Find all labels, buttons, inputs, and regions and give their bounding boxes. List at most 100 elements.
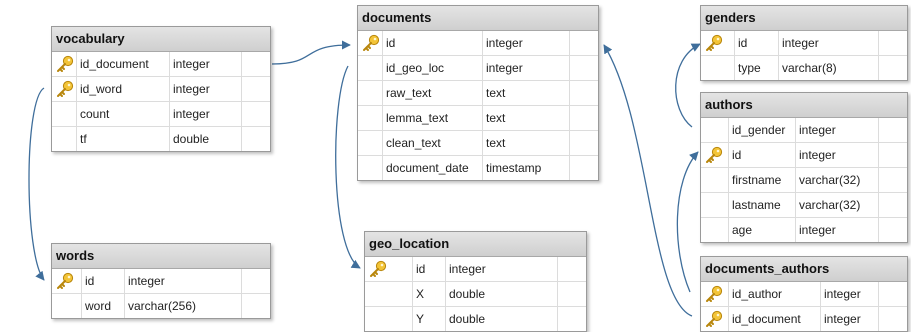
column-type: integer <box>449 262 486 276</box>
column-type: timestamp <box>486 161 542 175</box>
column-type: varchar(256) <box>128 299 197 313</box>
column-row[interactable]: firstname varchar(32) <box>701 167 907 192</box>
table-title: geo_location <box>365 232 586 257</box>
table-geo-location[interactable]: geo_location id integer Xdouble Ydouble <box>364 231 587 332</box>
primary-key-icon <box>701 307 729 331</box>
column-type: integer <box>486 36 523 50</box>
column-name: id_word <box>80 82 123 96</box>
primary-key-icon <box>52 269 80 293</box>
grid-divider <box>728 118 729 242</box>
column-row[interactable]: id integer <box>365 257 586 281</box>
table-vocabulary[interactable]: vocabulary id_document integer id_word integ… <box>51 26 271 152</box>
column-type: integer <box>824 312 861 326</box>
grid-divider <box>169 52 170 151</box>
primary-key-icon <box>701 143 729 167</box>
grid-divider <box>878 282 879 331</box>
column-row[interactable]: type varchar(8) <box>701 55 907 80</box>
grid-divider <box>569 31 570 180</box>
column-type: integer <box>799 148 836 162</box>
column-name: age <box>732 223 753 237</box>
column-name: id <box>85 274 95 288</box>
column-type: text <box>486 136 506 150</box>
grid-divider <box>382 31 383 180</box>
column-row[interactable]: Xdouble <box>365 281 586 306</box>
grid-divider <box>482 31 483 180</box>
column-name: id_document <box>80 57 149 71</box>
grid-divider <box>241 269 242 318</box>
column-name: id_gender <box>732 123 786 137</box>
column-type: integer <box>824 287 861 301</box>
link-vocabulary-words <box>28 87 45 281</box>
column-row[interactable]: id_document integer <box>701 306 907 331</box>
column-row[interactable]: document_date timestamp <box>358 155 598 180</box>
column-row[interactable]: id_author integer <box>701 282 907 306</box>
column-type: integer <box>486 61 523 75</box>
column-type: double <box>449 287 486 301</box>
column-name: document_date <box>386 161 469 175</box>
column-type: integer <box>799 223 836 237</box>
grid-divider <box>820 282 821 331</box>
column-name: type <box>738 61 761 75</box>
grid-divider <box>445 257 446 331</box>
grid-divider <box>795 118 796 242</box>
table-title: words <box>52 244 270 269</box>
column-name: id <box>416 262 426 276</box>
primary-key-icon <box>701 282 729 306</box>
column-row[interactable]: tf double <box>52 126 270 151</box>
grid-divider <box>241 52 242 151</box>
column-name: raw_text <box>386 86 432 100</box>
column-row[interactable]: id integer <box>358 31 598 55</box>
column-name: clean_text <box>386 136 441 150</box>
column-name: count <box>80 107 110 121</box>
column-row[interactable]: id integer <box>52 269 270 293</box>
column-row[interactable]: word varchar(256) <box>52 293 270 318</box>
primary-key-icon <box>701 31 729 55</box>
column-row[interactable]: id_geo_loc integer <box>358 55 598 80</box>
link-documents-authors-documents <box>603 44 693 317</box>
table-documents[interactable]: documents id integer id_geo_loc integer raw_t… <box>357 5 599 181</box>
table-title: vocabulary <box>52 27 270 52</box>
column-type: varchar(8) <box>782 61 837 75</box>
grid-divider <box>76 52 77 151</box>
grid-divider <box>124 269 125 318</box>
column-type: integer <box>173 57 210 71</box>
column-row[interactable]: id_word integer <box>52 76 270 101</box>
column-row[interactable]: clean_text text <box>358 130 598 155</box>
column-type: integer <box>799 123 836 137</box>
column-row[interactable]: id_document integer <box>52 52 270 76</box>
link-vocabulary-documents <box>271 40 351 65</box>
table-documents-authors[interactable]: documents_authors id_author integer id_docu… <box>700 256 908 332</box>
column-row[interactable]: count integer <box>52 101 270 126</box>
grid-divider <box>878 118 879 242</box>
table-title: authors <box>701 93 907 118</box>
column-row[interactable]: id_gender integer <box>701 118 907 142</box>
link-authors-genders <box>675 43 701 128</box>
column-type: double <box>449 312 486 326</box>
column-row[interactable]: id integer <box>701 31 907 55</box>
table-genders[interactable]: genders id integer type varchar(8) <box>700 5 908 81</box>
column-name: id_document <box>732 312 801 326</box>
grid-divider <box>878 31 879 80</box>
column-row[interactable]: lemma_text text <box>358 105 598 130</box>
column-type: integer <box>173 82 210 96</box>
column-row[interactable]: raw_text text <box>358 80 598 105</box>
table-words[interactable]: words id integer word varchar(256) <box>51 243 271 319</box>
column-name: tf <box>80 132 87 146</box>
column-name: lemma_text <box>386 111 449 125</box>
grid-divider <box>557 257 558 331</box>
column-row[interactable]: lastname varchar(32) <box>701 192 907 217</box>
column-name: id_geo_loc <box>386 61 445 75</box>
column-name: X <box>416 287 425 301</box>
column-row[interactable]: id integer <box>701 142 907 167</box>
column-type: varchar(32) <box>799 198 861 212</box>
link-documents-authors-authors <box>676 151 699 293</box>
column-row[interactable]: age integer <box>701 217 907 242</box>
column-type: integer <box>782 36 819 50</box>
column-row[interactable]: Ydouble <box>365 306 586 331</box>
column-type: text <box>486 111 506 125</box>
column-name: firstname <box>732 173 782 187</box>
table-title: genders <box>701 6 907 31</box>
table-authors[interactable]: authors id_gender integer id integer firstnam… <box>700 92 908 243</box>
column-type: double <box>173 132 210 146</box>
grid-divider <box>734 31 735 80</box>
